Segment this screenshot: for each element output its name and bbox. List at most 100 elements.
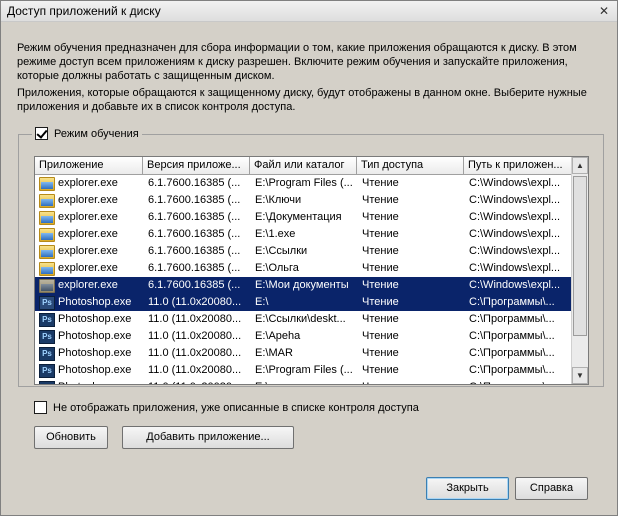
application-name: explorer.exe <box>58 177 118 189</box>
cell-file: E:\1.exe <box>255 228 296 240</box>
cell-application: PsPhotoshop.exe <box>35 294 143 311</box>
application-name: explorer.exe <box>58 262 118 274</box>
close-button[interactable]: Закрыть <box>426 477 509 500</box>
application-name: explorer.exe <box>58 211 118 223</box>
table-row[interactable]: explorer.exe 6.1.7600.16385 (... E:\Ольга Ч… <box>35 260 572 277</box>
cell-file: E:\Мои документы <box>255 279 349 291</box>
cell-version: 6.1.7600.16385 (... <box>148 245 241 257</box>
cell-application: PsPhotoshop.exe <box>35 345 143 362</box>
cell-application: explorer.exe <box>35 175 143 192</box>
cell-access-type: Чтение <box>362 364 399 376</box>
cell-version: 6.1.7600.16385 (... <box>148 228 241 240</box>
table-row[interactable]: explorer.exe 6.1.7600.16385 (... E:\Докуме… <box>35 209 572 226</box>
table-row[interactable]: explorer.exe 6.1.7600.16385 (... E:\1.exe Ч… <box>35 226 572 243</box>
applications-list[interactable]: Приложение Версия приложе... Файл или ка… <box>34 156 589 385</box>
photoshop-icon: Ps <box>39 329 55 344</box>
scroll-down-icon[interactable]: ▼ <box>572 367 588 384</box>
cell-application: explorer.exe <box>35 277 143 294</box>
close-window-icon[interactable]: ✕ <box>595 3 613 19</box>
cell-file: E:\Ссылки <box>255 245 308 257</box>
hide-described-checkbox[interactable] <box>34 401 47 414</box>
cell-application: explorer.exe <box>35 260 143 277</box>
scroll-up-icon[interactable]: ▲ <box>572 157 588 174</box>
description-learning-mode: Режим обучения предназначен для сбора ин… <box>17 42 577 82</box>
cell-application: explorer.exe <box>35 243 143 260</box>
cell-path: C:\Программы\... <box>469 296 555 308</box>
learning-mode-label: Режим обучения <box>54 127 139 140</box>
cell-access-type: Чтение <box>362 279 399 291</box>
cell-version: 6.1.7600.16385 (... <box>148 194 241 206</box>
cell-path: C:\Windows\expl... <box>469 262 561 274</box>
explorer-icon <box>39 210 55 225</box>
add-application-button[interactable]: Добавить приложение... <box>122 426 294 449</box>
cell-file: E:\Apeha <box>255 330 301 342</box>
table-row[interactable]: Ps Photoshop.exe 11.0 (11.0x20080... E:\Pro… <box>35 362 572 379</box>
cell-access-type: Чтение <box>362 330 399 342</box>
cell-file: E:\... <box>250 379 357 384</box>
list-rows: explorer.exe 6.1.7600.16385 (... E:\Progra… <box>35 175 572 384</box>
photoshop-icon: Ps <box>39 295 55 310</box>
cell-access-type: Чтение <box>362 211 399 223</box>
table-row[interactable]: Ps Photoshop.exe 11.0 (11.0x20080... E:\MAR… <box>35 345 572 362</box>
column-header-file[interactable]: Файл или каталог <box>250 157 357 174</box>
title-bar[interactable]: Доступ приложений к диску ✕ <box>1 1 617 22</box>
table-row[interactable]: explorer.exe 6.1.7600.16385 (... E:\Мои до… <box>35 277 572 294</box>
photoshop-icon: Ps <box>39 363 55 378</box>
cell-access-type: Чтение <box>362 245 399 257</box>
table-row[interactable]: Ps Photoshop.exe 11.0 (11.0x20080... E:\Ссы… <box>35 311 572 328</box>
cell-access-type: Чтение <box>362 194 399 206</box>
table-row[interactable]: explorer.exe 6.1.7600.16385 (... E:\Ссылки… <box>35 243 572 260</box>
application-name: Photoshop.exe <box>58 313 132 325</box>
application-name: Photoshop.exe <box>58 364 132 376</box>
cell-path: C:\Программы\... <box>469 330 555 342</box>
cell-file: E:\Ольга <box>255 262 299 274</box>
table-row[interactable]: Ps Photoshop.exe 11.0 (11.0x20080... E:\ Чте… <box>35 294 572 311</box>
cell-access-type: Чтение <box>362 313 399 325</box>
application-name: Photoshop.exe <box>58 379 131 384</box>
learning-mode-checkbox[interactable] <box>35 127 48 140</box>
cell-version: 11.0 (11.0x20080... <box>148 347 242 359</box>
cell-application: PsPhotoshop.exe <box>35 362 143 379</box>
cell-path: C:\Windows\expl... <box>469 279 561 291</box>
refresh-button[interactable]: Обновить <box>34 426 108 449</box>
cell-file: E:\Документация <box>255 211 342 223</box>
table-row[interactable]: explorer.exe 6.1.7600.16385 (... E:\Ключи Ч… <box>35 192 572 209</box>
cell-application: explorer.exe <box>35 192 143 209</box>
cell-path: C:\Программы\... <box>469 364 555 376</box>
photoshop-icon: Ps <box>39 312 55 327</box>
column-header-version[interactable]: Версия приложе... <box>143 157 250 174</box>
cell-version: 11.0 (11.0x20080... <box>148 330 242 342</box>
cell-access-type: Чтение <box>362 228 399 240</box>
dialog-window: Доступ приложений к диску ✕ Режим обучен… <box>0 0 618 516</box>
application-name: Photoshop.exe <box>58 347 132 359</box>
hide-described-checkbox-row[interactable]: Не отображать приложения, уже описанные … <box>34 401 419 414</box>
table-row[interactable]: Ps Photoshop.exe 11.0 (11.0x20080... E:\Ape… <box>35 328 572 345</box>
table-row[interactable]: explorer.exe 6.1.7600.16385 (... E:\Progra… <box>35 175 572 192</box>
column-header-access-type[interactable]: Тип доступа <box>357 157 464 174</box>
list-header: Приложение Версия приложе... Файл или ка… <box>35 157 572 175</box>
table-row[interactable]: PsPhotoshop.exe11.0 (11.0x20080...E:\...… <box>35 379 572 384</box>
cell-application: PsPhotoshop.exe <box>35 379 143 384</box>
vertical-scrollbar[interactable]: ▲ ▼ <box>571 157 588 384</box>
cell-file: E:\MAR <box>255 347 293 359</box>
application-name: explorer.exe <box>58 194 118 206</box>
window-title: Доступ приложений к диску <box>7 4 161 18</box>
cell-access-type: Чтение <box>362 177 399 189</box>
scrollbar-thumb[interactable] <box>573 176 587 336</box>
explorer-icon <box>39 227 55 242</box>
photoshop-icon: Ps <box>39 380 55 384</box>
column-header-application[interactable]: Приложение <box>35 157 143 174</box>
cell-path: C:\Windows\expl... <box>469 245 561 257</box>
cell-file: E:\ <box>255 296 269 308</box>
cell-application: explorer.exe <box>35 226 143 243</box>
cell-version: 6.1.7600.16385 (... <box>148 177 241 189</box>
application-name: explorer.exe <box>58 279 118 291</box>
cell-file: E:\Program Files (... <box>255 364 353 376</box>
learning-mode-checkbox-row[interactable]: Режим обучения <box>32 127 142 140</box>
application-name: explorer.exe <box>58 245 118 257</box>
column-header-path[interactable]: Путь к приложен... <box>464 157 572 174</box>
cell-path: C:\Программы\... <box>464 379 572 384</box>
cell-path: C:\Windows\expl... <box>469 194 561 206</box>
cell-path: C:\Windows\expl... <box>469 177 561 189</box>
help-button[interactable]: Справка <box>515 477 588 500</box>
